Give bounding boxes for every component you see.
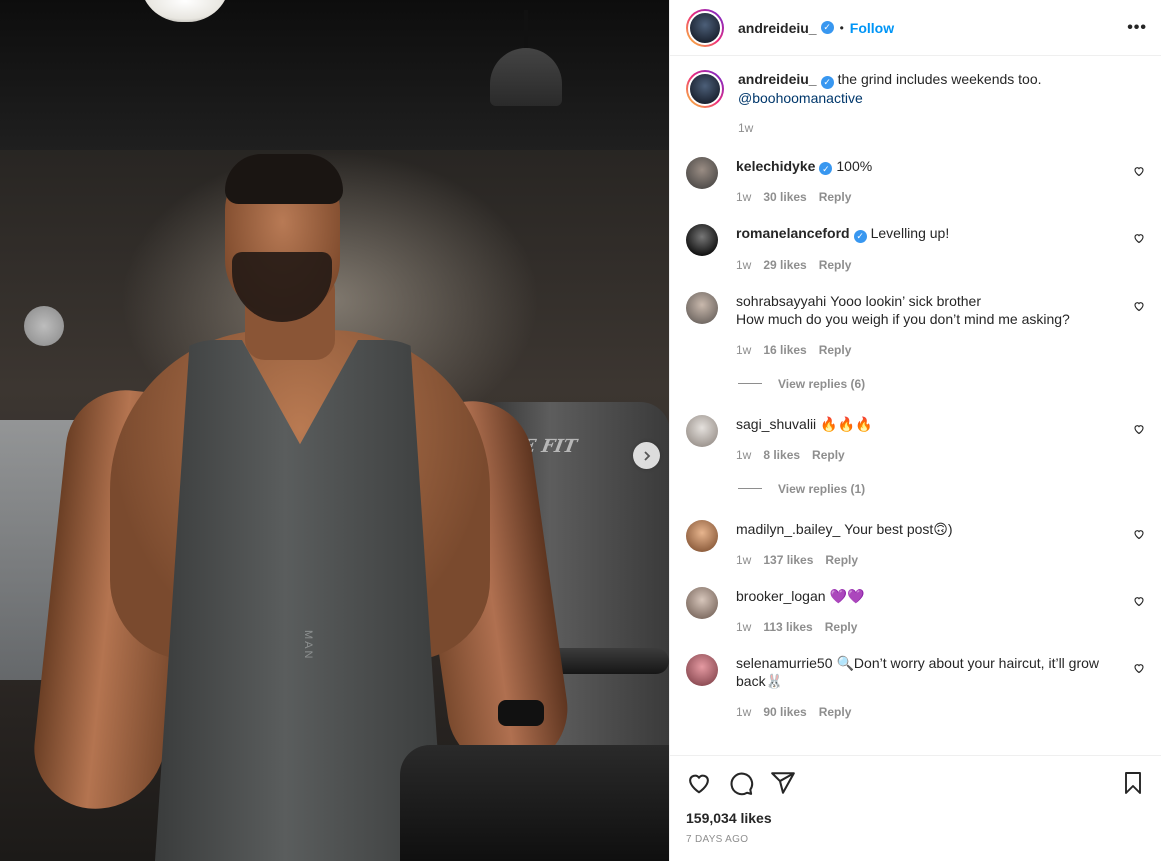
verified-badge-icon: ✓ <box>853 229 867 243</box>
comment-item: romanelanceford ✓ Levelling up! 1w 29 like… <box>686 224 1147 272</box>
comment-reply-button[interactable]: Reply <box>819 705 852 719</box>
comment-time: 1w <box>736 552 752 567</box>
comment-likes[interactable]: 16 likes <box>763 343 806 357</box>
post-side-panel: andreideiu_ ✓ • Follow ••• andreideiu_ ✓ t… <box>669 0 1161 861</box>
comment-username[interactable]: romanelanceford <box>736 225 850 241</box>
tank-logo: MAN <box>302 630 314 661</box>
comment-text: Yooo lookin’ sick brother <box>830 292 981 309</box>
comment-like-heart-icon[interactable] <box>1133 595 1145 610</box>
comment-item: selenamurrie50 🔍Don’t worry about your ha… <box>686 653 1147 719</box>
verified-badge-icon: ✓ <box>819 162 833 175</box>
comment-like-heart-icon[interactable] <box>1133 165 1145 180</box>
comment-reply-button[interactable]: Reply <box>825 620 858 634</box>
commenter-avatar[interactable] <box>686 586 718 619</box>
instagram-post: LIFE FIT MAN andreideiu_ ✓ • Follow ••• … <box>0 0 1161 861</box>
caption-author-avatar[interactable] <box>686 70 724 108</box>
author-username[interactable]: andreideiu_ <box>738 20 817 36</box>
more-options-icon[interactable]: ••• <box>1127 19 1147 37</box>
comment-item: kelechidyke ✓ 100% 1w 30 likes Reply <box>686 156 1147 204</box>
comment-time: 1w <box>736 619 752 634</box>
comment-text: 100% <box>836 157 873 174</box>
comment-username[interactable]: madilyn_.bailey_ <box>736 521 840 537</box>
comment-username[interactable]: sohrabsayyahi <box>736 293 826 309</box>
comment-username[interactable]: kelechidyke <box>736 158 815 174</box>
commenter-avatar[interactable] <box>686 291 718 324</box>
comment-likes[interactable]: 113 likes <box>763 620 812 634</box>
post-caption: andreideiu_ ✓ the grind includes weekends … <box>686 70 1147 135</box>
comment-reply-button[interactable]: Reply <box>812 448 845 462</box>
comment-username[interactable]: brooker_logan <box>736 588 826 604</box>
action-bar <box>686 768 1145 798</box>
post-actions: 159,034 likes 7 DAYS AGO <box>670 755 1161 861</box>
post-photo[interactable]: LIFE FIT MAN <box>0 0 669 861</box>
comments-list[interactable]: andreideiu_ ✓ the grind includes weekends … <box>670 56 1161 755</box>
comment-reply-button[interactable]: Reply <box>819 258 852 272</box>
paper-plane-icon[interactable] <box>770 770 796 796</box>
comment-time: 1w <box>736 704 752 719</box>
heart-icon[interactable] <box>686 770 712 796</box>
comment-text: 🔥🔥🔥 <box>820 415 873 432</box>
comment-like-heart-icon[interactable] <box>1133 528 1145 543</box>
photo-bench <box>400 745 669 861</box>
comment-time: 1w <box>736 342 752 357</box>
view-replies-label: View replies (6) <box>778 376 866 391</box>
comment-likes[interactable]: 8 likes <box>763 448 800 462</box>
comment-username[interactable]: selenamurrie50 <box>736 655 833 671</box>
comment-item: sagi_shuvalii 🔥🔥🔥 1w 8 likes Reply <box>686 414 1147 462</box>
photo-pendant-lamp <box>490 10 562 106</box>
follow-button[interactable]: Follow <box>850 20 894 36</box>
comment-text-line2: How much do you weigh if you don’t mind … <box>736 310 1070 327</box>
comment-time: 1w <box>736 190 752 204</box>
comment-like-heart-icon[interactable] <box>1133 300 1145 315</box>
comment-likes[interactable]: 90 likes <box>763 705 806 719</box>
caption-text: the grind includes weekends too. <box>837 71 1042 87</box>
post-header: andreideiu_ ✓ • Follow ••• <box>670 0 1161 56</box>
comment-text: Levelling up! <box>870 225 950 241</box>
comment-likes[interactable]: 29 likes <box>763 258 806 272</box>
comment-text: Your best post🙃) <box>844 520 953 537</box>
comment-reply-button[interactable]: Reply <box>819 190 852 204</box>
commenter-avatar[interactable] <box>686 224 718 256</box>
chevron-right-icon <box>642 448 652 464</box>
comment-time: 1w <box>736 257 752 272</box>
view-replies-label: View replies (1) <box>778 481 866 496</box>
caption-mention-link[interactable]: @boohoomanactive <box>738 90 863 106</box>
comment-likes[interactable]: 137 likes <box>763 553 813 567</box>
commenter-avatar[interactable] <box>686 519 718 552</box>
comment-username[interactable]: sagi_shuvalii <box>736 416 816 432</box>
comment-item: brooker_logan 💜💜 1w 113 likes Reply <box>686 586 1147 634</box>
bookmark-icon[interactable] <box>1121 771 1145 795</box>
commenter-avatar[interactable] <box>686 156 718 189</box>
photo-watch <box>498 700 544 726</box>
photo-ceiling <box>0 0 669 150</box>
comment-item: sohrabsayyahi Yooo lookin’ sick brother Ho… <box>686 291 1147 357</box>
comment-icon[interactable] <box>728 770 754 796</box>
carousel-next-button[interactable] <box>633 442 660 469</box>
verified-badge-icon: ✓ <box>820 75 834 89</box>
commenter-avatar[interactable] <box>686 653 718 686</box>
verified-badge-icon: ✓ <box>820 21 834 34</box>
comment-text: 💜💜 <box>829 587 865 604</box>
like-count[interactable]: 159,034 likes <box>686 810 1145 826</box>
comment-like-heart-icon[interactable] <box>1133 232 1145 247</box>
view-replies-button[interactable]: View replies (1) <box>738 482 1147 496</box>
commenter-avatar[interactable] <box>686 414 718 447</box>
author-avatar[interactable] <box>686 8 724 47</box>
view-replies-button[interactable]: View replies (6) <box>738 377 1147 391</box>
comment-time: 1w <box>736 447 752 462</box>
comment-like-heart-icon[interactable] <box>1133 423 1145 438</box>
post-timestamp: 7 DAYS AGO <box>686 834 749 845</box>
comment-reply-button[interactable]: Reply <box>825 553 858 567</box>
caption-username[interactable]: andreideiu_ <box>738 71 817 87</box>
comment-reply-button[interactable]: Reply <box>819 343 852 357</box>
comment-like-heart-icon[interactable] <box>1133 662 1145 677</box>
caption-time: 1w <box>738 120 754 135</box>
comment-likes[interactable]: 30 likes <box>763 190 806 204</box>
comment-item: madilyn_.bailey_ Your best post🙃) 1w 137 … <box>686 519 1147 567</box>
separator-dot: • <box>839 20 844 35</box>
